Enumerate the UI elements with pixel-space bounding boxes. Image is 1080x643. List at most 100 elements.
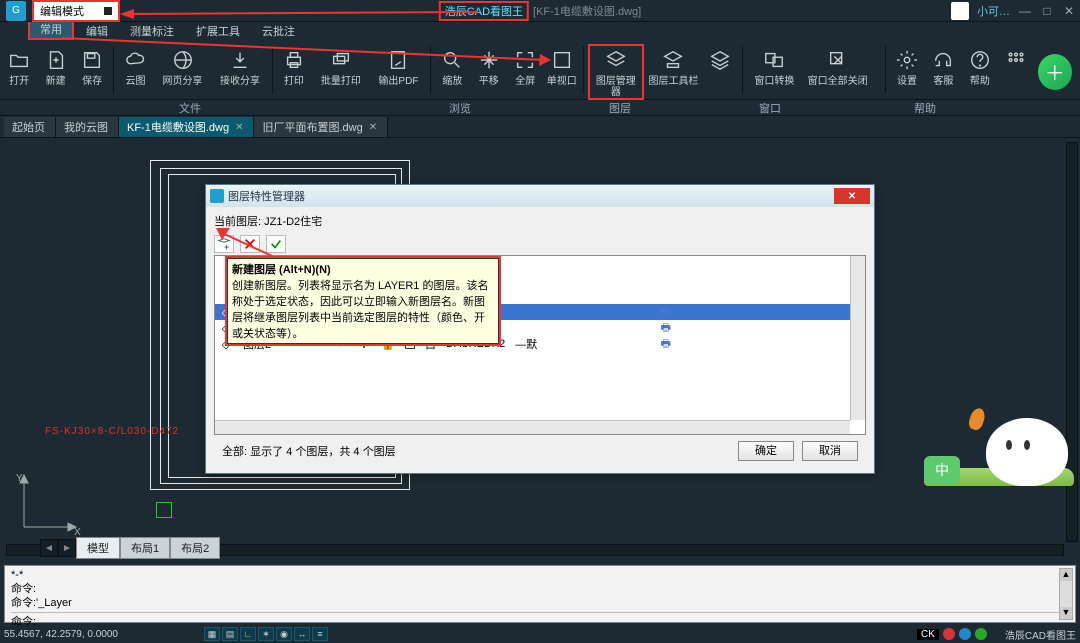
status-brand: 浩辰CAD看图王 [1005,627,1076,642]
open-button[interactable]: 打开 [2,44,36,87]
add-button[interactable]: ＋ [1038,54,1072,90]
dialog-titlebar[interactable]: 图层特性管理器 ✕ [206,185,874,207]
menu-edit[interactable]: 编辑 [76,22,118,40]
layer-toolbar-button[interactable]: 图层工具栏 [646,44,702,87]
cmd-history-line: 命令:'_Layer [11,596,1069,610]
app-icon: G [6,1,26,21]
more-button[interactable] [999,44,1033,76]
new-layer-button[interactable] [214,235,234,253]
new-button[interactable]: 新建 [38,44,72,87]
pan-button[interactable]: 平移 [472,44,506,87]
window-switch-icon [760,46,788,74]
grid-icon [1002,46,1030,74]
cloud-button[interactable]: 云图 [118,44,152,87]
close-icon[interactable]: ✕ [235,122,243,133]
webshare-button[interactable]: 网页分享 [155,44,211,87]
ucs-axes-icon: YX [12,469,82,542]
tab-old[interactable]: 旧厂平面布置图.dwg✕ [254,117,388,137]
status-coords: 55.4567, 42.2579, 0.0000 [4,629,154,640]
avatar[interactable] [951,2,969,20]
maximize-button[interactable]: □ [1040,4,1054,18]
batchprint-button[interactable]: 批量打印 [313,44,369,87]
file-tabs: 起始页 我的云图 KF-1电缆敷设图.dwg✕ 旧厂平面布置图.dwg✕ [0,116,1080,138]
tab-next-button[interactable]: ► [58,539,76,557]
status-badge: CK [917,629,939,640]
set-current-button[interactable] [266,235,286,253]
layers-icon [602,46,630,74]
cs-button[interactable]: 客服 [926,44,960,87]
command-window[interactable]: *-* 命令: 命令:'_Layer 命令: ▲▼ [4,565,1076,623]
recvshare-button[interactable]: 接收分享 [212,44,268,87]
minimize-button[interactable]: — [1018,4,1032,18]
app-name: 浩辰CAD看图王 [439,1,529,21]
cmd-history-line: *-* [11,568,1069,582]
ribbon-groups: 文件 浏览 图层 窗口 帮助 [0,100,1080,116]
layer-list[interactable]: 新建图层 (Alt+N)(N) 创建新图层。列表将显示名为 LAYER1 的图层… [214,255,866,435]
mascot[interactable]: 中 [924,406,1074,486]
status-dot-blue[interactable] [959,628,971,640]
tab-model[interactable]: 模型 [76,537,120,559]
print-button[interactable]: 打印 [277,44,311,87]
layers-stack-icon [706,46,734,74]
layer-toolbar-icon [659,46,687,74]
menubar: 常用 编辑 测量标注 扩展工具 云批注 [0,22,1080,40]
svg-text:Y: Y [16,473,23,484]
titlebar: G 编辑模式 浩辰CAD看图王 [KF-1电缆敷设图.dwg] 小可… — □ … [0,0,1080,22]
cmd-scrollbar[interactable]: ▲▼ [1059,568,1073,620]
drawing-annotation: FS-KJ30×8-C/L030-D472 [45,426,179,437]
menu-tools[interactable]: 扩展工具 [186,22,250,40]
tab-prev-button[interactable]: ◄ [40,539,58,557]
zoom-button[interactable]: 缩放 [435,44,469,87]
gap1 [873,44,881,46]
pdf-icon [384,46,412,74]
tab-mycloud[interactable]: 我的云图 [56,117,119,137]
tab-layout1[interactable]: 布局1 [120,537,170,559]
mode-dropdown[interactable]: 编辑模式 [32,0,120,22]
osnap-toggle[interactable]: ◉ [276,627,292,641]
cmd-history-line: 命令: [11,582,1069,596]
username[interactable]: 小可… [977,3,1010,19]
fullscreen-button[interactable]: 全屏 [508,44,542,87]
tab-start[interactable]: 起始页 [4,117,56,137]
delete-layer-button[interactable] [240,235,260,253]
grid-toggle[interactable]: ▤ [222,627,238,641]
dialog-icon [210,189,224,203]
dialog-title: 图层特性管理器 [228,188,305,204]
list-vscroll[interactable] [850,256,865,420]
current-layer-label: 当前图层: JZ1-D2住宅 [214,213,866,229]
status-dot-green[interactable] [975,628,987,640]
pan-icon [475,46,503,74]
help-button[interactable]: 帮助 [963,44,997,87]
status-dot-red[interactable] [943,628,955,640]
otrack-toggle[interactable]: ↔ [294,627,310,641]
snap-toggle[interactable]: ▦ [204,627,220,641]
exportpdf-button[interactable]: 输出PDF [371,44,427,87]
menu-common[interactable]: 常用 [28,20,74,40]
dialog-close-button[interactable]: ✕ [834,188,870,204]
tab-layout2[interactable]: 布局2 [170,537,220,559]
ribbon: 打开 新建 保存 云图 网页分享 接收分享 打印 批量打印 输出PDF 缩放 平… [0,40,1080,100]
close-button[interactable]: ✕ [1062,4,1076,18]
layer-extra-button[interactable] [703,44,737,87]
status-toggles: ▦ ▤ ∟ ✶ ◉ ↔ ≡ [204,627,328,641]
tab-kf1[interactable]: KF-1电缆敷设图.dwg✕ [119,117,254,137]
title-file: [KF-1电缆敷设图.dwg] [533,3,641,19]
save-button[interactable]: 保存 [75,44,109,87]
globe-icon [169,46,197,74]
close-icon[interactable]: ✕ [369,122,377,133]
ok-button[interactable]: 确定 [738,441,794,461]
settings-button[interactable]: 设置 [890,44,924,87]
help-icon [966,46,994,74]
single-viewport-button[interactable]: 单视口 [544,44,578,87]
window-switch-button[interactable]: 窗口转换 [747,44,803,87]
menu-cloud-annot[interactable]: 云批注 [252,22,305,40]
lwt-toggle[interactable]: ≡ [312,627,328,641]
list-hscroll[interactable] [215,420,850,434]
polar-toggle[interactable]: ✶ [258,627,274,641]
ortho-toggle[interactable]: ∟ [240,627,256,641]
close-all-windows-button[interactable]: 窗口全部关闭 [804,44,871,87]
layer-manager-button[interactable]: 图层管理器 [588,44,644,100]
menu-measure[interactable]: 测量标注 [120,22,184,40]
cancel-button[interactable]: 取消 [802,441,858,461]
file-new-icon [42,46,70,74]
